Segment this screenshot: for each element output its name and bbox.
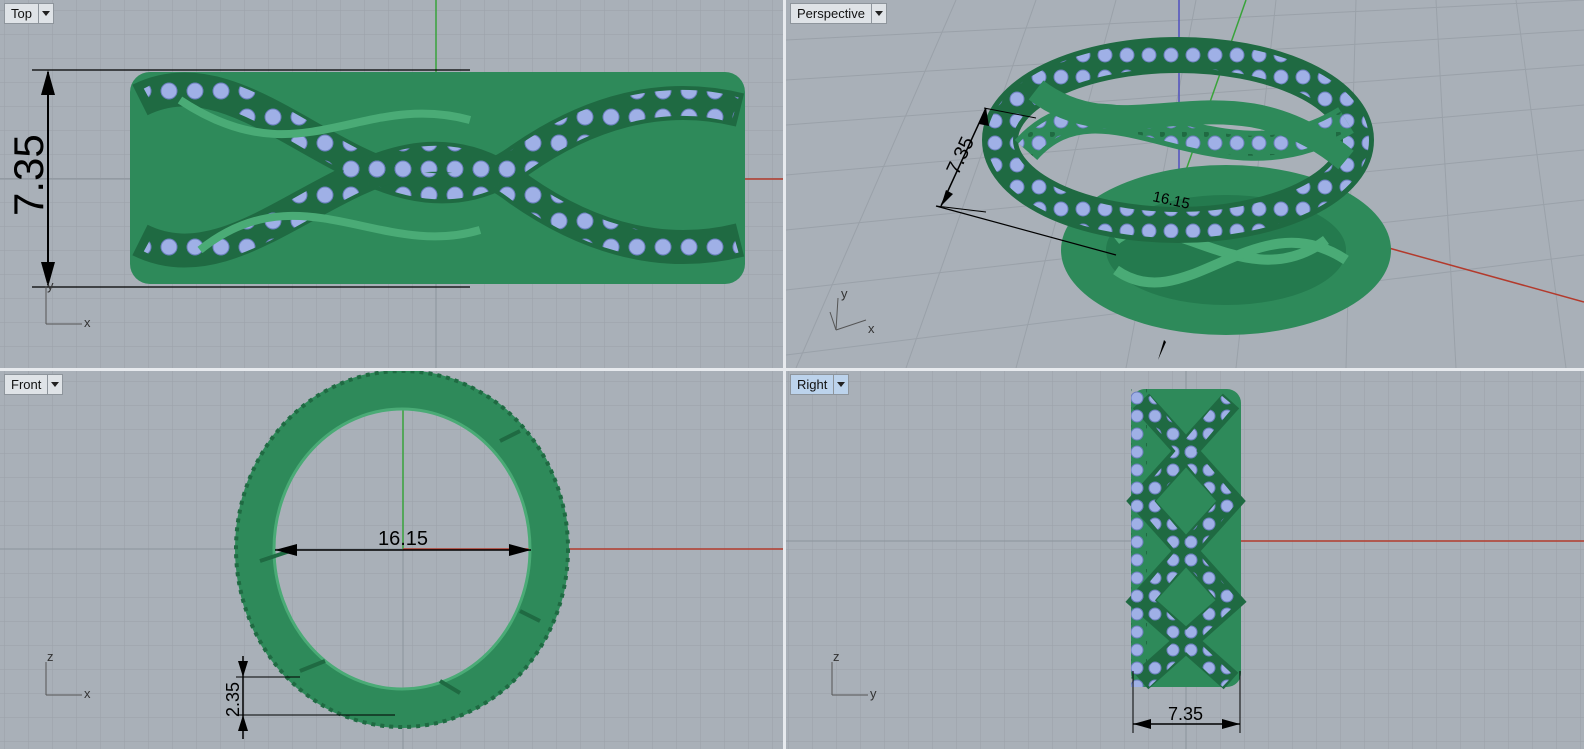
axis-label-v: y (47, 278, 54, 293)
axis-indicator: x y (829, 286, 875, 336)
viewport-title[interactable]: Top (5, 4, 38, 23)
viewport-tab-top[interactable]: Top (4, 3, 54, 24)
dimension-label-thickness: 2.35 (223, 682, 243, 717)
axis-label-h: x (84, 315, 91, 330)
rhino-four-viewport-layout: 7.35 x y Top 7.35 16.15 x y Perspective … (0, 0, 1584, 749)
viewport-title[interactable]: Perspective (791, 4, 871, 23)
caret-down-icon[interactable] (37, 4, 53, 23)
viewport-right[interactable]: 7.35 y z Right (786, 371, 1584, 749)
caret-down-icon[interactable] (833, 375, 848, 394)
viewport-top-canvas[interactable]: 7.35 x y (0, 0, 783, 368)
caret-down-icon[interactable] (47, 375, 62, 394)
axis-label-v: y (841, 286, 848, 301)
viewport-tab-perspective[interactable]: Perspective (790, 3, 887, 24)
dimension-label-diameter: 16.15 (378, 528, 428, 550)
viewport-tab-right[interactable]: Right (790, 374, 850, 395)
axis-label-h: x (84, 686, 91, 701)
viewport-top[interactable]: 7.35 x y Top (0, 0, 783, 368)
ring-model-top[interactable] (130, 72, 745, 284)
axis-label-v: z (833, 649, 840, 664)
viewport-title[interactable]: Right (791, 375, 833, 394)
axis-label-h: y (870, 686, 877, 701)
viewport-front[interactable]: 16.15 2.35 x z Front (0, 371, 783, 749)
caret-down-icon[interactable] (870, 4, 886, 23)
ring-model-perspective[interactable] (982, 37, 1391, 335)
viewport-perspective[interactable]: 7.35 16.15 x y Perspective (786, 0, 1584, 368)
viewport-right-canvas[interactable]: 7.35 y z (786, 371, 1584, 749)
viewport-title[interactable]: Front (5, 375, 47, 394)
dimension-label: 7.35 (1168, 704, 1203, 724)
viewport-tab-front[interactable]: Front (4, 374, 64, 395)
dimension-label-height: 7.35 (943, 134, 979, 179)
ring-model-right[interactable] (1125, 389, 1247, 690)
axis-label-v: z (47, 649, 54, 664)
viewport-front-canvas[interactable]: 16.15 2.35 x z (0, 371, 783, 749)
axis-label-h: x (868, 321, 875, 336)
viewport-perspective-canvas[interactable]: 7.35 16.15 x y (786, 0, 1584, 368)
dimension-label: 7.35 (5, 134, 52, 216)
